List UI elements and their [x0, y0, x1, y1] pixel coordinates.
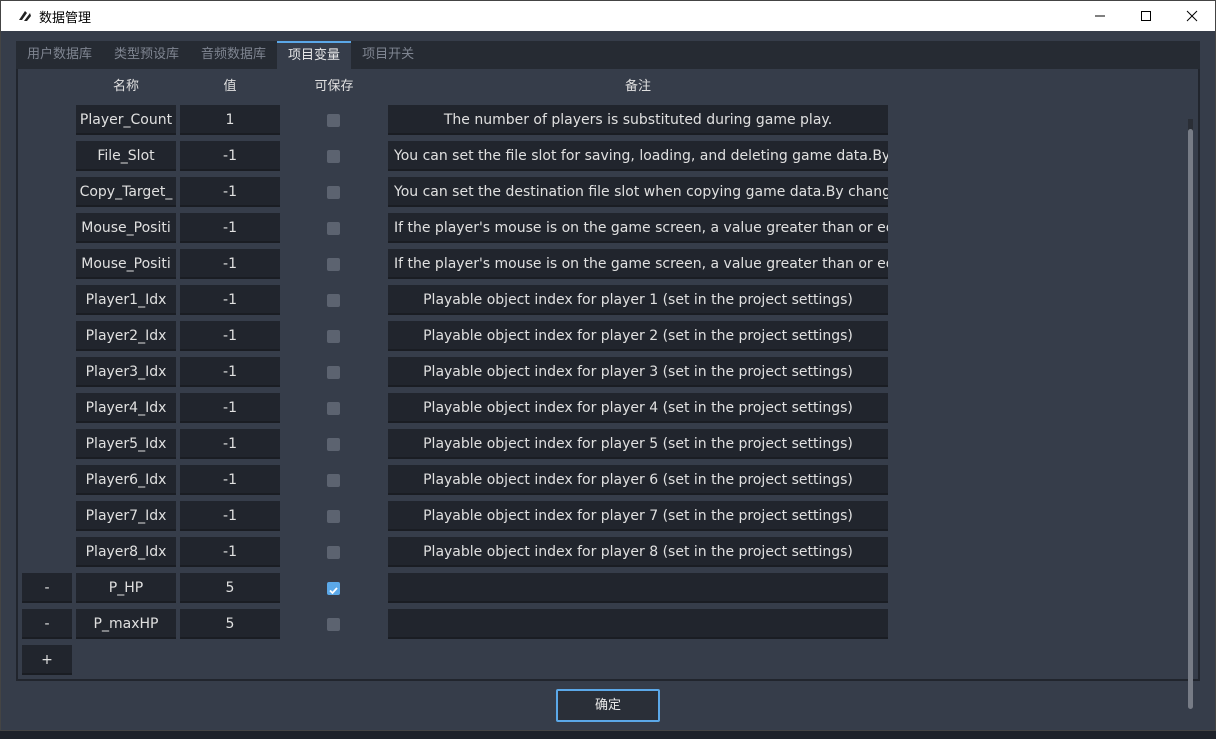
variable-value-field[interactable]: -1 [180, 141, 280, 171]
savable-checkbox[interactable] [327, 258, 340, 271]
variable-name-field[interactable]: Player1_Idx [76, 285, 176, 315]
variable-note-field[interactable]: You can set the file slot for saving, lo… [388, 141, 888, 171]
variable-name-field[interactable]: Player2_Idx [76, 321, 176, 351]
savable-checkbox[interactable] [327, 294, 340, 307]
add-row-button[interactable]: + [22, 645, 72, 675]
variable-note-field[interactable]: The number of players is substituted dur… [388, 105, 888, 135]
variable-name-field[interactable]: Mouse_Positi [76, 213, 176, 243]
savable-checkbox[interactable] [327, 510, 340, 523]
savable-checkbox[interactable] [327, 150, 340, 163]
check-icon [329, 587, 338, 595]
header-note: 备注 [624, 79, 651, 94]
maximize-button[interactable] [1123, 1, 1169, 31]
header-name: 名称 [112, 79, 139, 94]
app-logo-icon [19, 11, 31, 21]
tab-list: 用户数据库 类型预设库 音频数据库 项目变量 项目开关 [16, 41, 426, 71]
variable-note-field[interactable] [388, 609, 888, 639]
remove-row-button[interactable]: - [22, 609, 72, 639]
variable-note-field[interactable]: If the player's mouse is on the game scr… [388, 213, 888, 243]
variable-name-field[interactable]: File_Slot [76, 141, 176, 171]
variable-value-field[interactable]: -1 [180, 537, 280, 567]
savable-checkbox[interactable] [327, 222, 340, 235]
variable-note-field[interactable]: Playable object index for player 6 (set … [388, 465, 888, 495]
variable-note-field[interactable] [388, 573, 888, 603]
variable-note-field[interactable]: Playable object index for player 1 (set … [388, 285, 888, 315]
minimize-icon [1095, 15, 1105, 17]
variable-note-field[interactable]: If the player's mouse is on the game scr… [388, 249, 888, 279]
vertical-scrollbar[interactable] [1188, 119, 1193, 709]
variable-value-field[interactable]: -1 [180, 177, 280, 207]
variable-name-field[interactable]: Player7_Idx [76, 501, 176, 531]
savable-checkbox[interactable] [327, 402, 340, 415]
tab-1[interactable]: 类型预设库 [103, 41, 191, 69]
variable-value-field[interactable]: -1 [180, 393, 280, 423]
variable-note-field[interactable]: Playable object index for player 7 (set … [388, 501, 888, 531]
savable-checkbox[interactable] [327, 114, 340, 127]
maximize-icon [1141, 11, 1151, 21]
variable-name-field[interactable]: Player6_Idx [76, 465, 176, 495]
variables-table: 名称 值 可保存 备注 Player_Count 1 The number of p… [18, 69, 1198, 709]
close-icon [1186, 10, 1198, 22]
savable-checkbox[interactable] [327, 186, 340, 199]
data-manager-window: 数据管理 用户数据库 类型预设库 音频数据库 项目变量 项目开关 名称 值 可保存 备注… [0, 0, 1216, 731]
variable-name-field[interactable]: P_maxHP [76, 609, 176, 639]
savable-checkbox[interactable] [327, 330, 340, 343]
variable-name-field[interactable]: Player8_Idx [76, 537, 176, 567]
variable-value-field[interactable]: -1 [180, 357, 280, 387]
variable-value-field[interactable]: -1 [180, 285, 280, 315]
savable-checkbox[interactable] [327, 582, 340, 595]
tab-3[interactable]: 项目变量 [277, 41, 352, 71]
variable-value-field[interactable]: -1 [180, 501, 280, 531]
variable-value-field[interactable]: -1 [180, 249, 280, 279]
variable-value-field[interactable]: -1 [180, 429, 280, 459]
title-bar: 数据管理 [1, 1, 1215, 31]
savable-checkbox[interactable] [327, 618, 340, 631]
variable-name-field[interactable]: Player5_Idx [76, 429, 176, 459]
variable-note-field[interactable]: Playable object index for player 2 (set … [388, 321, 888, 351]
savable-checkbox[interactable] [327, 366, 340, 379]
header-value: 值 [223, 79, 237, 94]
tab-2[interactable]: 音频数据库 [190, 41, 278, 69]
variable-value-field[interactable]: -1 [180, 213, 280, 243]
tab-4[interactable]: 项目开关 [351, 41, 426, 69]
variable-name-field[interactable]: P_HP [76, 573, 176, 603]
variable-value-field[interactable]: 5 [180, 573, 280, 603]
variable-note-field[interactable]: Playable object index for player 3 (set … [388, 357, 888, 387]
savable-checkbox[interactable] [327, 474, 340, 487]
variable-name-field[interactable]: Player_Count [76, 105, 176, 135]
minimize-button[interactable] [1077, 1, 1123, 31]
window-title: 数据管理 [39, 10, 92, 26]
tab-0[interactable]: 用户数据库 [16, 41, 104, 69]
header-savable: 可保存 [314, 79, 354, 94]
variable-value-field[interactable]: 5 [180, 609, 280, 639]
tab-panel: 用户数据库 类型预设库 音频数据库 项目变量 项目开关 名称 值 可保存 备注 Play… [16, 41, 1200, 709]
variable-name-field[interactable]: Player3_Idx [76, 357, 176, 387]
close-button[interactable] [1169, 1, 1215, 31]
ok-button[interactable]: 确定 [556, 689, 660, 722]
scrollbar-thumb[interactable] [1188, 129, 1193, 709]
variable-note-field[interactable]: Playable object index for player 4 (set … [388, 393, 888, 423]
savable-checkbox[interactable] [327, 546, 340, 559]
savable-checkbox[interactable] [327, 438, 340, 451]
variable-value-field[interactable]: -1 [180, 465, 280, 495]
variable-value-field[interactable]: 1 [180, 105, 280, 135]
variable-name-field[interactable]: Player4_Idx [76, 393, 176, 423]
variable-note-field[interactable]: Playable object index for player 5 (set … [388, 429, 888, 459]
variable-name-field[interactable]: Mouse_Positi [76, 249, 176, 279]
variable-note-field[interactable]: Playable object index for player 8 (set … [388, 537, 888, 567]
variable-value-field[interactable]: -1 [180, 321, 280, 351]
remove-row-button[interactable]: - [22, 573, 72, 603]
variable-note-field[interactable]: You can set the destination file slot wh… [388, 177, 888, 207]
variable-name-field[interactable]: Copy_Target_ [76, 177, 176, 207]
